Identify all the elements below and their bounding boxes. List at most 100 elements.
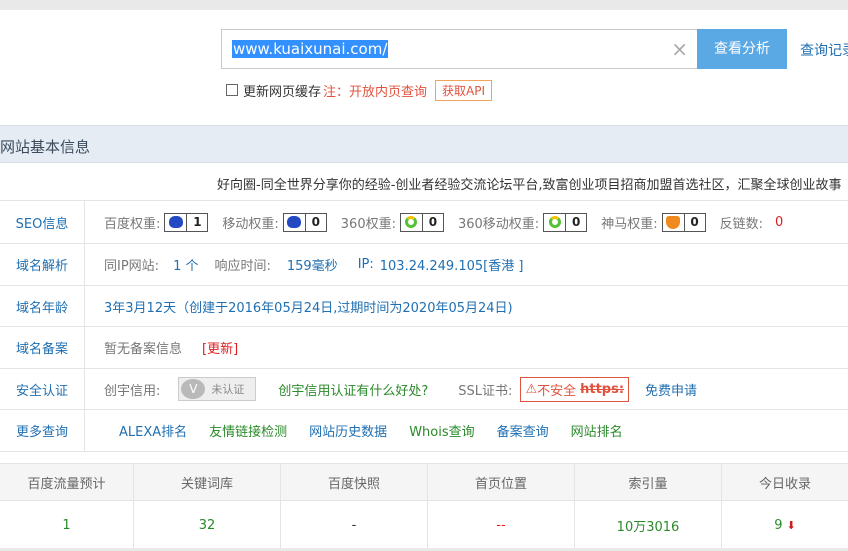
query-history-link[interactable]: 查询记录 <box>800 40 848 60</box>
stats-value-today[interactable]: 9 ⬇ <box>722 501 848 549</box>
backlink-value[interactable]: 0 <box>775 215 783 230</box>
ip-label: IP: <box>357 257 374 272</box>
dns-row: 域名解析 同IP网站: 1 个 响应时间: 159毫秒 IP: 103.24.2… <box>0 243 848 285</box>
s360m-weight-value: 0 <box>572 215 581 229</box>
domain-age-body: 3年3月12天（创建于2016年05月24日,过期时间为2020年05月24日) <box>104 286 513 326</box>
stats-value[interactable]: 32 <box>134 501 280 549</box>
https-strike: https: <box>580 381 625 397</box>
credit-benefit-link[interactable]: 创宇信用认证有什么好处? <box>278 380 428 399</box>
stats-header: 首页位置 <box>428 464 574 501</box>
friend-link-check[interactable]: 友情链接检测 <box>209 421 287 440</box>
site-rank-link[interactable]: 网站排名 <box>571 421 623 440</box>
s360m-ring-icon <box>544 213 567 231</box>
verified-v-icon: V <box>181 379 206 399</box>
baidu-mobile-paw-icon <box>284 213 306 231</box>
update-cache-label[interactable]: 更新网页缓存 <box>243 81 321 100</box>
stats-header: 百度流量预计 <box>0 464 133 501</box>
same-ip-value[interactable]: 1 个 <box>173 255 198 274</box>
shenma-weight-badge[interactable]: 0 <box>661 212 706 232</box>
dns-label: 域名解析 <box>0 244 85 285</box>
s360-weight-value: 0 <box>428 215 438 229</box>
get-api-button[interactable]: 获取API <box>435 79 493 101</box>
mobile-weight-value: 0 <box>311 215 320 229</box>
stats-col-homepage: 首页位置 -- <box>428 464 575 550</box>
stats-table: 百度流量预计 1 关键词库 32 百度快照 - 首页位置 -- 索引量 10万3… <box>0 463 848 550</box>
stats-value: - <box>351 517 357 533</box>
warning-icon: ⚠ <box>525 381 538 397</box>
stats-value[interactable]: 10万3016 <box>575 501 721 549</box>
security-row: 安全认证 创宇信用: V 未认证 创宇信用认证有什么好处? SSL证书: ⚠ 不… <box>0 368 848 409</box>
section-header: 网站基本信息 <box>0 125 848 163</box>
free-apply-link[interactable]: 免费申请 <box>645 380 697 399</box>
domain-age-label: 域名年龄 <box>0 286 85 326</box>
baidu-weight-label: 百度权重: <box>104 216 161 232</box>
top-strip <box>0 0 848 10</box>
update-cache-checkbox[interactable] <box>226 84 238 96</box>
domain-age-row: 域名年龄 3年3月12天（创建于2016年05月24日,过期时间为2020年05… <box>0 285 848 326</box>
clear-icon[interactable]: × <box>671 37 688 61</box>
today-count: 9 <box>774 517 783 533</box>
alexa-link[interactable]: ALEXA排名 <box>119 421 187 440</box>
stats-col-index: 索引量 10万3016 <box>575 464 722 550</box>
response-time-value: 159毫秒 <box>286 259 338 274</box>
icp-query-link[interactable]: 备案查询 <box>497 421 549 440</box>
security-body: 创宇信用: V 未认证 创宇信用认证有什么好处? SSL证书: ⚠ 不安全 ht… <box>104 369 697 409</box>
icp-value: 暂无备案信息 <box>104 342 183 357</box>
baidu-weight-value: 1 <box>193 215 202 229</box>
shenma-weight-value: 0 <box>690 215 699 229</box>
mobile-weight-label: 移动权重: <box>222 216 279 232</box>
whois-link[interactable]: Whois查询 <box>409 421 474 440</box>
stats-header: 索引量 <box>575 464 721 501</box>
stats-header: 关键词库 <box>134 464 280 501</box>
stats-header: 今日收录 <box>722 464 848 501</box>
icp-update-link[interactable]: [更新] <box>202 338 238 357</box>
stats-col-keywords: 关键词库 32 <box>134 464 281 550</box>
response-time-label: 响应时间: <box>214 259 271 274</box>
seo-label: SEO信息 <box>0 201 85 243</box>
credit-label: 创宇信用: <box>104 383 161 399</box>
more-label: 更多查询 <box>0 410 85 451</box>
inner-page-note: 注：开放内页查询 <box>323 84 428 100</box>
seo-body: 百度权重: 1 移动权重: 0 360权重: 0 360移动权重: 0 神马权重… <box>104 201 783 243</box>
stats-value[interactable]: 1 <box>0 501 133 549</box>
s360-weight-badge[interactable]: 0 <box>399 212 444 232</box>
analyze-button[interactable]: 查看分析 <box>697 29 787 69</box>
credit-badge[interactable]: V 未认证 <box>178 377 257 401</box>
stats-header: 百度快照 <box>281 464 427 501</box>
icp-label: 域名备案 <box>0 327 85 368</box>
credit-badge-text: 未认证 <box>211 383 245 396</box>
baidu-weight-badge[interactable]: 1 <box>164 212 209 232</box>
search-options: 更新网页缓存 注：开放内页查询 获取API <box>226 79 493 101</box>
icp-row: 域名备案 暂无备案信息 [更新] <box>0 326 848 368</box>
unsafe-text: 不安全 <box>537 383 577 399</box>
shenma-icon <box>663 213 685 231</box>
section-title: 网站基本信息 <box>0 138 91 156</box>
search-input-value[interactable]: www.kuaixunai.com/ <box>232 40 389 58</box>
shenma-weight-label: 神马权重: <box>601 216 658 232</box>
stats-col-traffic: 百度流量预计 1 <box>0 464 134 550</box>
s360-ring-icon <box>401 213 423 231</box>
seo-row: SEO信息 百度权重: 1 移动权重: 0 360权重: 0 360移动权重: … <box>0 200 848 243</box>
stats-col-snapshot: 百度快照 - <box>281 464 428 550</box>
same-ip-label: 同IP网站: <box>104 259 160 274</box>
s360-weight-label: 360权重: <box>340 216 396 232</box>
icp-body: 暂无备案信息 [更新] <box>104 327 238 368</box>
arrow-down-icon: ⬇ <box>786 518 796 532</box>
domain-age-value: 3年3月12天（创建于2016年05月24日,过期时间为2020年05月24日) <box>104 300 513 316</box>
mobile-weight-badge[interactable]: 0 <box>282 212 327 232</box>
ssl-unsafe-badge: ⚠ 不安全 https: <box>520 376 630 402</box>
history-data-link[interactable]: 网站历史数据 <box>309 421 387 440</box>
s360m-weight-label: 360移动权重: <box>457 216 540 232</box>
ssl-label: SSL证书: <box>458 383 513 399</box>
more-row: 更多查询 ALEXA排名 友情链接检测 网站历史数据 Whois查询 备案查询 … <box>0 409 848 452</box>
s360m-weight-badge[interactable]: 0 <box>543 212 588 232</box>
stats-col-today: 今日收录 9 ⬇ <box>722 464 848 550</box>
baidu-paw-icon <box>165 213 188 231</box>
backlink-label: 反链数: <box>719 216 763 232</box>
ip-value[interactable]: 103.24.249.105[香港 ] <box>380 255 524 274</box>
site-title: 好向圈-同全世界分享你的经验-创业者经验交流论坛平台,致富创业项目招商加盟首选社… <box>217 178 842 193</box>
search-input[interactable]: www.kuaixunai.com/ × <box>221 29 698 69</box>
stats-value: -- <box>496 517 506 533</box>
more-links: ALEXA排名 友情链接检测 网站历史数据 Whois查询 备案查询 网站排名 <box>119 410 645 451</box>
dns-body: 同IP网站: 1 个 响应时间: 159毫秒 IP: 103.24.249.10… <box>104 244 523 285</box>
